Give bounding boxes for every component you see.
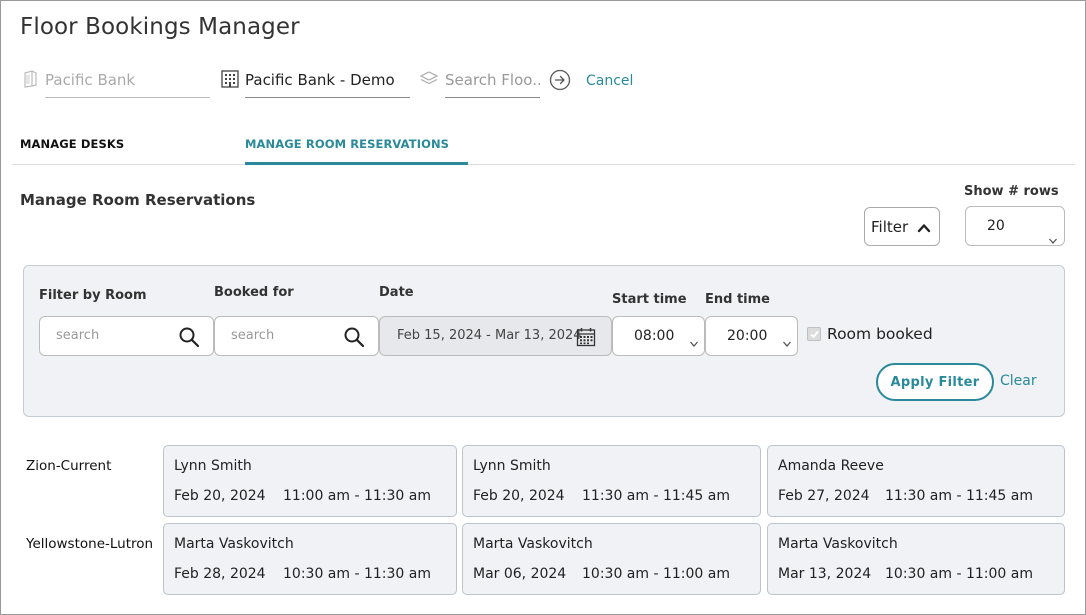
booking-date: Feb 20, 2024 [473,488,565,504]
bank-icon [21,69,41,89]
date-label: Date [379,285,414,300]
clear-filter-link[interactable]: Clear [1000,373,1037,389]
floor-search-input[interactable]: Search Floo... [445,63,540,98]
booking-time: 10:30 am - 11:30 am [283,566,431,582]
booked-for-placeholder: search [231,328,275,343]
filter-toggle-button[interactable]: Filter [864,207,940,246]
booking-card[interactable]: Marta Vaskovitch Mar 13, 2024 10:30 am -… [767,523,1065,595]
chevron-down-icon [782,333,792,347]
search-icon[interactable] [178,326,200,348]
arrow-right-circle-icon[interactable] [549,69,571,91]
building-field[interactable]: Pacific Bank - Demo [245,63,410,98]
booking-date: Feb 20, 2024 [174,488,266,504]
booking-person: Lynn Smith [473,458,551,474]
apply-filter-button[interactable]: Apply Filter [876,363,994,401]
bank-field[interactable]: Pacific Bank [45,63,210,98]
date-range-value: Feb 15, 2024 - Mar 13, 2024 [397,328,582,343]
filter-panel: Filter by Room Booked for Date Start tim… [23,265,1065,417]
room-booked-checkbox[interactable] [807,327,821,341]
booking-date: Feb 27, 2024 [778,488,870,504]
booking-person: Lynn Smith [174,458,252,474]
booking-time: 11:30 am - 11:45 am [885,488,1033,504]
chevron-down-icon [1048,222,1058,244]
chevron-up-icon [917,220,931,233]
app-window: Floor Bookings Manager Pacific Bank Paci… [0,0,1086,615]
end-time-select[interactable]: 20:00 [705,316,798,356]
end-time-label: End time [705,292,770,307]
rows-label: Show # rows [964,184,1059,199]
room-name-zion-current: Zion-Current [26,458,112,474]
booking-time: 10:30 am - 11:00 am [885,566,1033,582]
rows-select-value: 20 [987,218,1005,234]
booking-time: 11:30 am - 11:45 am [582,488,730,504]
layers-icon [419,69,439,89]
booking-card[interactable]: Lynn Smith Feb 20, 2024 11:00 am - 11:30… [163,445,457,517]
booking-card[interactable]: Lynn Smith Feb 20, 2024 11:30 am - 11:45… [462,445,761,517]
date-range-input[interactable]: Feb 15, 2024 - Mar 13, 2024 [379,316,612,356]
booking-date: Mar 06, 2024 [473,566,567,582]
end-time-value: 20:00 [727,328,768,344]
booking-date: Feb 28, 2024 [174,566,266,582]
calendar-icon[interactable] [576,327,596,347]
booked-for-search-input[interactable]: search [214,316,379,356]
tab-manage-desks[interactable]: MANAGE DESKS [20,125,220,164]
booking-card[interactable]: Marta Vaskovitch Feb 28, 2024 10:30 am -… [163,523,457,595]
booked-for-label: Booked for [214,285,294,300]
booking-card[interactable]: Amanda Reeve Feb 27, 2024 11:30 am - 11:… [767,445,1065,517]
booking-card[interactable]: Marta Vaskovitch Mar 06, 2024 10:30 am -… [462,523,761,595]
filter-button-label: Filter [871,217,909,236]
start-time-value: 08:00 [634,328,675,344]
cancel-link[interactable]: Cancel [586,73,633,89]
section-title: Manage Room Reservations [20,191,256,209]
rows-select[interactable]: 20 [965,206,1065,246]
start-time-label: Start time [612,292,687,307]
tab-bar: MANAGE DESKS MANAGE ROOM RESERVATIONS [12,125,1075,165]
start-time-select[interactable]: 08:00 [612,316,705,356]
booking-person: Amanda Reeve [778,458,884,474]
app-title: Floor Bookings Manager [20,14,300,40]
room-booked-label: Room booked [827,325,933,343]
room-name-yellowstone-lutron: Yellowstone-Lutron [26,536,154,552]
search-icon[interactable] [343,326,365,348]
room-search-placeholder: search [56,328,100,343]
booking-person: Marta Vaskovitch [174,536,294,552]
booking-time: 11:00 am - 11:30 am [283,488,431,504]
chevron-down-icon [689,333,699,347]
room-search-input[interactable]: search [39,316,214,356]
filter-by-room-label: Filter by Room [39,288,147,303]
tab-manage-room-reservations[interactable]: MANAGE ROOM RESERVATIONS [245,125,468,165]
booking-person: Marta Vaskovitch [473,536,593,552]
booking-time: 10:30 am - 11:00 am [582,566,730,582]
booking-person: Marta Vaskovitch [778,536,898,552]
booking-date: Mar 13, 2024 [778,566,872,582]
building-icon [220,69,240,89]
